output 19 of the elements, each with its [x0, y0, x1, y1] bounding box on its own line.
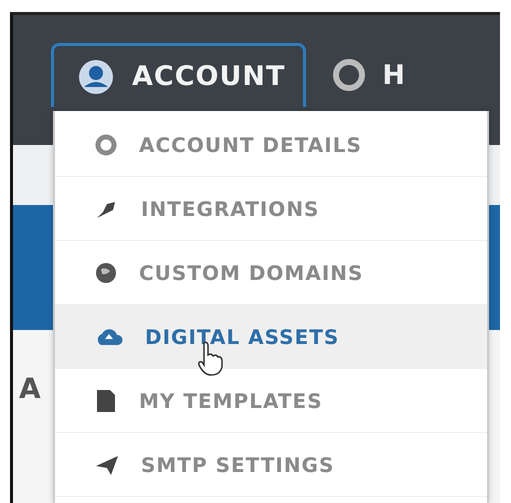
menu-item-label: INTEGRATIONS [141, 196, 320, 220]
nav-link[interactable]: H [382, 60, 406, 90]
globe-icon [95, 262, 117, 284]
menu-item-label: MY TEMPLATES [139, 388, 323, 412]
account-button[interactable]: ACCOUNT [51, 43, 306, 107]
menu-item[interactable]: INTEGRATIONS [55, 177, 487, 241]
menu-item-label: DIGITAL ASSETS [145, 324, 340, 348]
page-text: A [19, 372, 41, 405]
send-icon [95, 454, 119, 476]
user-icon [78, 58, 114, 94]
menu-item-label: SMTP SETTINGS [141, 452, 334, 476]
menu-item[interactable]: SMTP SETTINGS [55, 433, 487, 497]
menu-item-label: CUSTOM DOMAINS [139, 260, 364, 284]
file-icon [95, 388, 117, 412]
menu-item-label: ACCOUNT DETAILS [139, 132, 362, 156]
menu-item[interactable]: ACCOUNT DETAILS [55, 113, 487, 177]
menu-item[interactable]: MY TEMPLATES [55, 369, 487, 433]
cloud-icon [95, 326, 123, 346]
menu-item[interactable]: CUSTOM DOMAINS [55, 241, 487, 305]
